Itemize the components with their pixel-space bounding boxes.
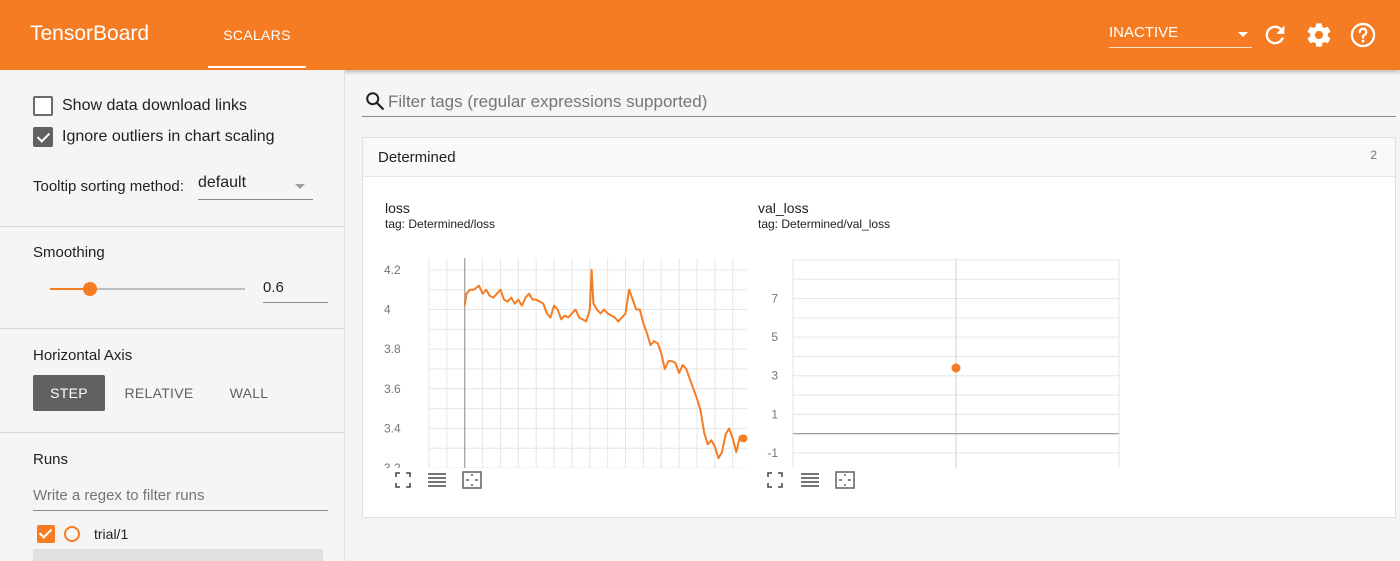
runs-filter-input[interactable]: Write a regex to filter runs: [33, 483, 328, 511]
axis-relative-button[interactable]: RELATIVE: [114, 375, 204, 411]
fit-domain-icon[interactable]: [460, 468, 484, 492]
inactive-select-value: INACTIVE: [1109, 24, 1179, 41]
smoothing-value-input[interactable]: 0.6: [263, 279, 328, 303]
run-checkbox[interactable]: [37, 525, 55, 543]
val-loss-point: [951, 363, 961, 373]
app-title: TensorBoard: [30, 22, 150, 45]
fullscreen-icon[interactable]: [763, 468, 787, 492]
top-app-bar: TensorBoard SCALARS INACTIVE: [0, 0, 1400, 70]
toggle-all-runs-bar[interactable]: [33, 549, 323, 561]
y-tick-label: -1: [767, 446, 778, 460]
tooltip-sorting-value: default: [198, 174, 247, 191]
smoothing-value: 0.6: [263, 279, 284, 296]
chart-tag-loss: tag: Determined/loss: [385, 217, 496, 231]
chevron-down-icon: [1238, 32, 1248, 37]
smoothing-slider-knob[interactable]: [83, 282, 97, 296]
loss-chart[interactable]: 3.23.43.63.844.202004006008001k1.2k1.4k: [383, 238, 753, 468]
tag-group-title: Determined: [378, 149, 456, 166]
fit-domain-icon[interactable]: [833, 468, 857, 492]
ignore-outliers-checkbox[interactable]: Ignore outliers in chart scaling: [33, 127, 275, 147]
sidebar-options-section: [0, 70, 345, 227]
chart-title-val-loss: val_loss: [758, 200, 809, 216]
gear-icon[interactable]: [1305, 21, 1333, 49]
y-tick-label: 3.8: [384, 342, 401, 356]
checkbox-box[interactable]: [33, 96, 53, 116]
tag-filter-placeholder: Filter tags (regular expressions support…: [388, 92, 708, 111]
y-tick-label: 1: [771, 407, 778, 421]
log-scale-toggle-icon[interactable]: [798, 468, 822, 492]
chevron-down-icon: [295, 184, 305, 189]
y-tick-label: 3: [771, 369, 778, 383]
val-loss-chart[interactable]: -113571.562k: [758, 238, 1128, 468]
smoothing-section: [0, 227, 345, 329]
tag-group-header[interactable]: Determined 2: [363, 138, 1395, 177]
y-tick-label: 7: [771, 292, 778, 306]
log-scale-toggle-icon[interactable]: [425, 468, 449, 492]
search-icon: [366, 92, 384, 110]
tag-group-card: Determined 2 loss tag: Determined/loss 3…: [362, 137, 1396, 518]
tooltip-sorting-label: Tooltip sorting method:: [33, 178, 184, 195]
loss-series-line: [463, 268, 744, 460]
runs-label: Runs: [33, 451, 69, 468]
axis-step-button[interactable]: STEP: [33, 375, 105, 411]
show-download-links-label: Show data download links: [62, 97, 248, 114]
show-download-links-checkbox[interactable]: Show data download links: [33, 96, 247, 116]
fullscreen-icon[interactable]: [391, 468, 415, 492]
help-icon[interactable]: [1349, 21, 1377, 49]
run-radio[interactable]: [64, 526, 80, 542]
tab-scalars[interactable]: SCALARS: [208, 0, 306, 70]
run-item-trial-1[interactable]: trial/1: [37, 525, 128, 543]
refresh-icon[interactable]: [1261, 21, 1289, 49]
tag-filter-input[interactable]: Filter tags (regular expressions support…: [362, 85, 1396, 117]
y-tick-label: 3.2: [384, 461, 401, 468]
smoothing-slider[interactable]: [50, 282, 245, 296]
inactive-dashboards-select[interactable]: INACTIVE: [1109, 24, 1252, 48]
tag-group-count: 2: [1370, 148, 1377, 162]
smoothing-label: Smoothing: [33, 244, 105, 261]
checkbox-box-checked[interactable]: [33, 127, 53, 147]
y-tick-label: 4: [384, 303, 391, 317]
active-tab-indicator: [208, 66, 306, 68]
ignore-outliers-label: Ignore outliers in chart scaling: [62, 128, 275, 145]
tab-scalars-label: SCALARS: [223, 27, 291, 43]
y-tick-label: 4.2: [384, 263, 401, 277]
axis-wall-button[interactable]: WALL: [214, 375, 284, 411]
y-tick-label: 3.6: [384, 382, 401, 396]
chart-tag-val-loss: tag: Determined/val_loss: [758, 217, 891, 231]
horizontal-axis-label: Horizontal Axis: [33, 347, 133, 364]
run-name: trial/1: [94, 526, 129, 542]
loss-last-point: [739, 434, 748, 443]
sidebar: Show data download links Ignore outliers…: [0, 70, 345, 561]
tooltip-sorting-select[interactable]: default: [198, 174, 313, 200]
y-tick-label: 3.4: [384, 421, 401, 435]
y-tick-label: 5: [771, 330, 778, 344]
runs-filter-placeholder: Write a regex to filter runs: [33, 487, 205, 504]
chart-title-loss: loss: [385, 200, 410, 216]
